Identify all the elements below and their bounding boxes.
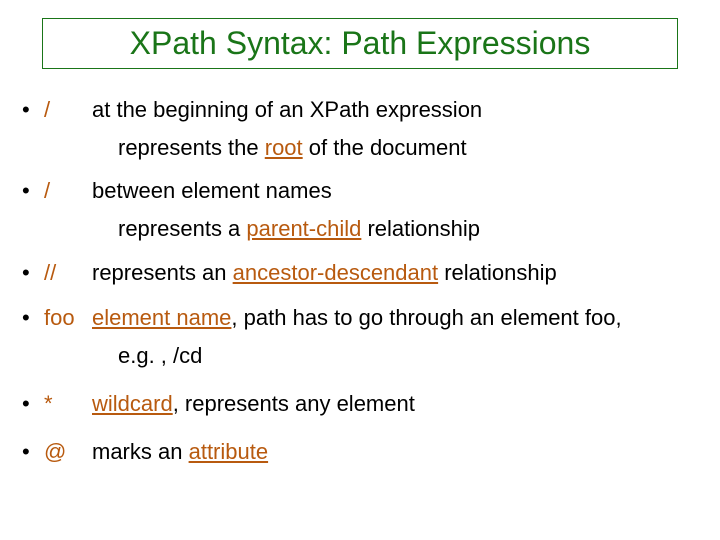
text-post: , represents any element	[173, 391, 415, 416]
bullet-text: element name, path has to go through an …	[92, 303, 698, 333]
bullet-text: marks an attribute	[92, 437, 698, 467]
bullet-item: • / between element names	[22, 176, 698, 206]
text-post: , path has to go through an element foo,	[231, 305, 621, 330]
bullet-dot: •	[22, 303, 44, 333]
text-pre: represents an	[92, 260, 233, 285]
bullet-subtext: e.g. , /cd	[118, 341, 698, 371]
text-key: element name	[92, 305, 231, 330]
sub-key: parent-child	[246, 216, 361, 241]
text-key: wildcard	[92, 391, 173, 416]
bullet-text: at the beginning of an XPath expression	[92, 95, 698, 125]
bullet-dot: •	[22, 176, 44, 206]
bullet-subtext: represents a parent-child relationship	[118, 214, 698, 244]
text-pre: marks an	[92, 439, 189, 464]
symbol-slash-1: /	[44, 176, 92, 206]
sub-pre: represents a	[118, 216, 246, 241]
symbol-at: @	[44, 437, 92, 467]
symbol-foo: foo	[44, 303, 92, 333]
bullet-item: • * wildcard, represents any element	[22, 389, 698, 419]
symbol-doubleslash: //	[44, 258, 92, 288]
bullet-item: • @ marks an attribute	[22, 437, 698, 467]
bullet-text: between element names	[92, 176, 698, 206]
sub-post: of the document	[303, 135, 467, 160]
sub-key: root	[265, 135, 303, 160]
bullet-dot: •	[22, 437, 44, 467]
sub-pre: represents the	[118, 135, 265, 160]
page-title: XPath Syntax: Path Expressions	[55, 25, 665, 62]
text-key: ancestor-descendant	[233, 260, 438, 285]
bullet-text: represents an ancestor-descendant relati…	[92, 258, 698, 288]
text-key: attribute	[189, 439, 269, 464]
bullet-item: • // represents an ancestor-descendant r…	[22, 258, 698, 288]
bullet-dot: •	[22, 389, 44, 419]
bullet-item: • foo element name, path has to go throu…	[22, 303, 698, 333]
symbol-star: *	[44, 389, 92, 419]
bullet-dot: •	[22, 258, 44, 288]
text-post: relationship	[438, 260, 557, 285]
title-box: XPath Syntax: Path Expressions	[42, 18, 678, 69]
bullet-dot: •	[22, 95, 44, 125]
symbol-slash-0: /	[44, 95, 92, 125]
bullet-text: wildcard, represents any element	[92, 389, 698, 419]
bullet-item: • / at the beginning of an XPath express…	[22, 95, 698, 125]
bullet-subtext: represents the root of the document	[118, 133, 698, 163]
sub-post: relationship	[361, 216, 480, 241]
